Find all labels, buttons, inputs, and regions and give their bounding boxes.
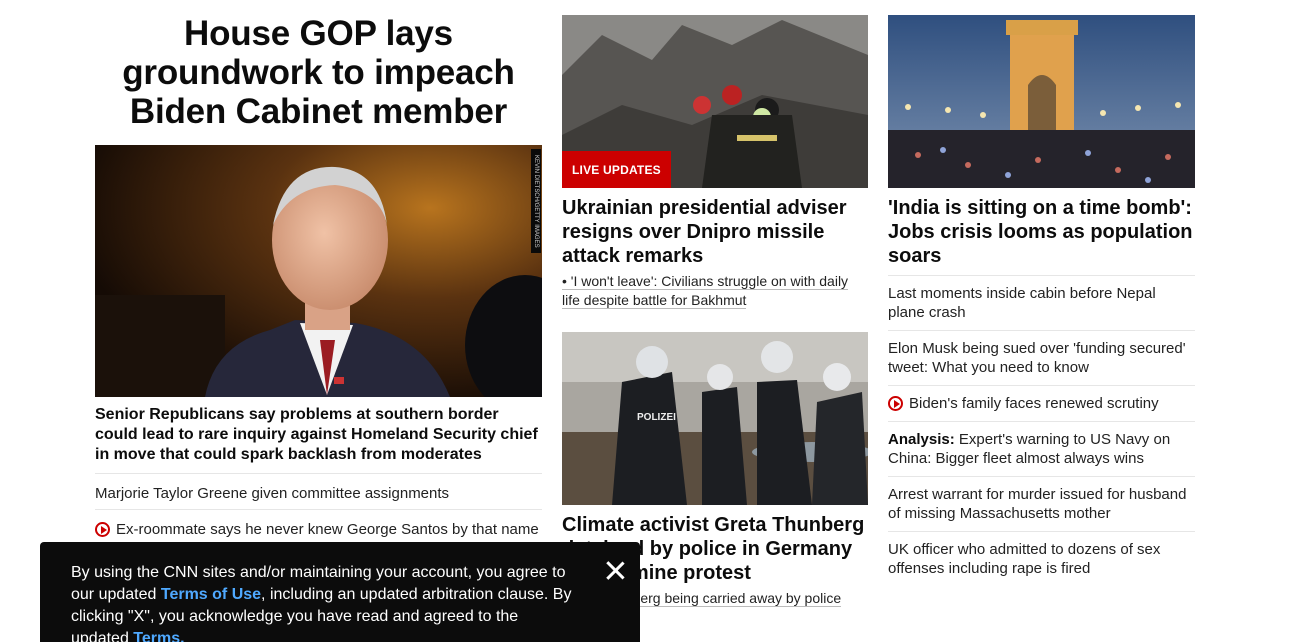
right-link-0[interactable]: Last moments inside cabin before Nepal p… <box>888 275 1195 330</box>
video-play-icon <box>95 522 110 537</box>
india-gate-photo <box>888 15 1195 188</box>
analysis-label: Analysis: <box>888 431 955 448</box>
right-link-4[interactable]: Arrest warrant for murder issued for hus… <box>888 476 1195 531</box>
main-story-description[interactable]: Senior Republicans say problems at south… <box>95 405 542 465</box>
svg-text:POLIZEI: POLIZEI <box>637 412 676 423</box>
related-link-text[interactable]: Marjorie Taylor Greene given committee a… <box>95 484 449 503</box>
terms-consent-banner: By using the CNN sites and/or maintainin… <box>40 542 640 642</box>
greta-story-image[interactable]: POLIZEI <box>562 332 868 505</box>
ukraine-headline[interactable]: Ukrainian presidential adviser resigns o… <box>562 196 868 268</box>
main-story-column: House GOP lays groundwork to impeach Bid… <box>95 0 542 545</box>
police-photo: POLIZEI <box>562 332 868 505</box>
right-link-3[interactable]: Analysis: Expert's warning to US Navy on… <box>888 421 1195 476</box>
right-link-text[interactable]: Elon Musk being sued over 'funding secur… <box>888 339 1195 377</box>
india-headline[interactable]: 'India is sitting on a time bomb': Jobs … <box>888 196 1195 268</box>
right-link-text[interactable]: Analysis: Expert's warning to US Navy on… <box>888 430 1195 468</box>
right-link-text[interactable]: UK officer who admitted to dozens of sex… <box>888 540 1195 578</box>
main-story-image[interactable]: KEVIN DIETSCH/GETTY IMAGES <box>95 145 542 397</box>
right-link-text[interactable]: Arrest warrant for murder issued for hus… <box>888 485 1195 523</box>
mayorkas-photo <box>95 145 542 397</box>
related-link-text[interactable]: Ex-roommate says he never knew George Sa… <box>116 520 539 539</box>
ukraine-story-image[interactable]: LIVE UPDATES <box>562 15 868 188</box>
right-link-2[interactable]: Biden's family faces renewed scrutiny <box>888 385 1195 421</box>
main-headline[interactable]: House GOP lays groundwork to impeach Bid… <box>95 0 542 131</box>
right-link-1[interactable]: Elon Musk being sued over 'funding secur… <box>888 330 1195 385</box>
close-icon[interactable] <box>605 560 625 580</box>
right-link-text[interactable]: Last moments inside cabin before Nepal p… <box>888 284 1195 322</box>
related-link-1[interactable]: Ex-roommate says he never knew George Sa… <box>95 509 542 545</box>
live-updates-badge: LIVE UPDATES <box>562 151 671 188</box>
india-story-image[interactable] <box>888 15 1195 188</box>
consent-text: By using the CNN sites and/or maintainin… <box>71 562 580 642</box>
video-play-icon <box>888 396 903 411</box>
related-link-0[interactable]: Marjorie Taylor Greene given committee a… <box>95 473 542 509</box>
right-link-text[interactable]: Biden's family faces renewed scrutiny <box>909 394 1159 413</box>
terms-of-use-link[interactable]: Terms of Use <box>161 586 261 603</box>
image-credit: KEVIN DIETSCH/GETTY IMAGES <box>531 149 541 253</box>
terms-link[interactable]: Terms. <box>133 630 184 642</box>
middle-column: LIVE UPDATES Ukrainian presidential advi… <box>562 0 868 608</box>
bakhmut-link[interactable]: • 'I won't leave': Civilians struggle on… <box>562 272 868 310</box>
right-link-5[interactable]: UK officer who admitted to dozens of sex… <box>888 531 1195 586</box>
right-column: 'India is sitting on a time bomb': Jobs … <box>888 0 1195 586</box>
